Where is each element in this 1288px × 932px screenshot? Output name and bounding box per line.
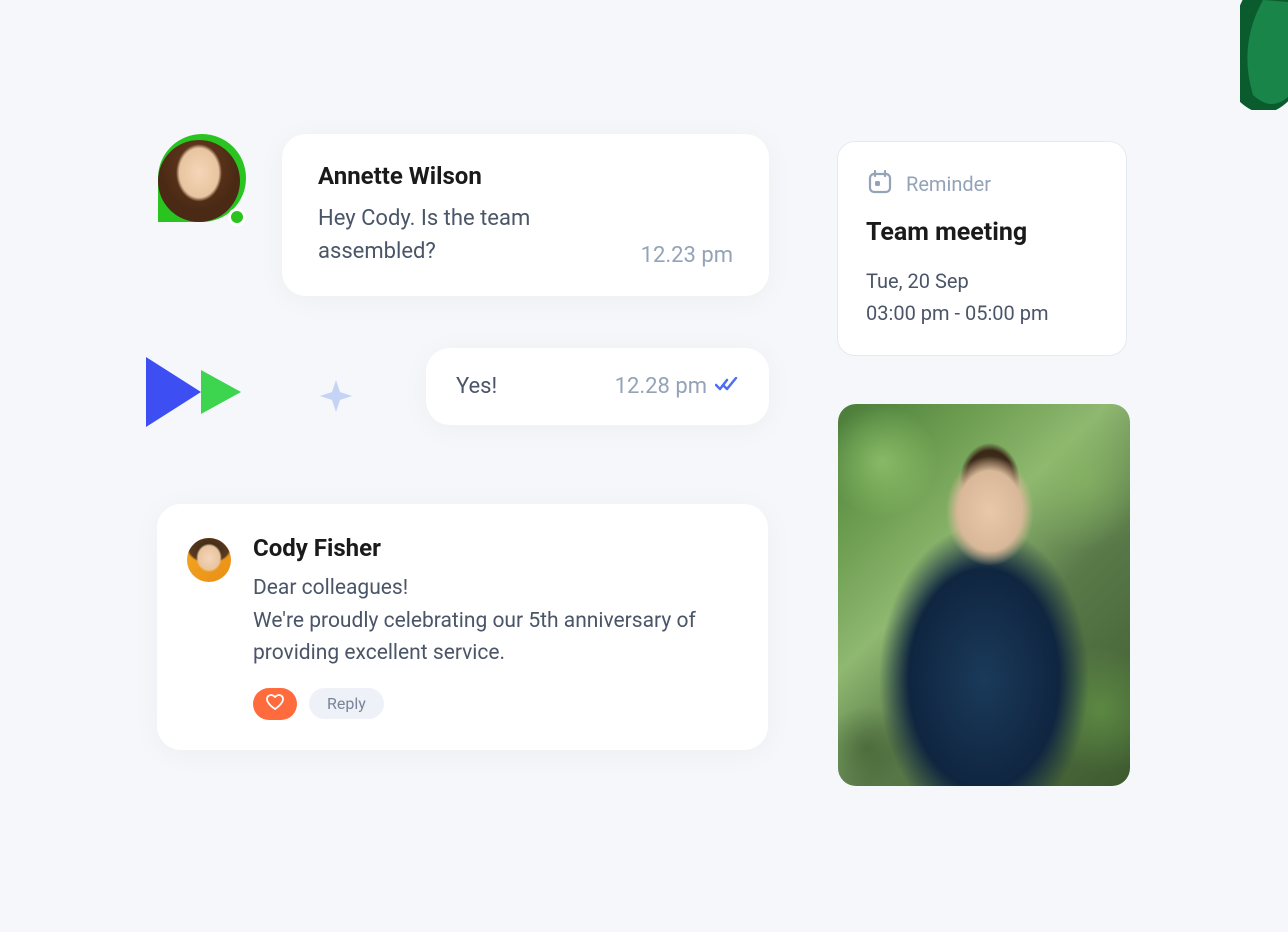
online-status-indicator bbox=[228, 208, 246, 226]
reply-button[interactable]: Reply bbox=[309, 688, 384, 719]
sparkle-icon bbox=[318, 378, 354, 418]
chat-message-annette[interactable]: Annette Wilson Hey Cody. Is the team ass… bbox=[282, 134, 769, 296]
chat-reply-own[interactable]: Yes! 12.28 pm bbox=[426, 348, 769, 425]
sender-avatar-container bbox=[158, 134, 248, 244]
like-button[interactable] bbox=[253, 688, 297, 720]
reply-button-label: Reply bbox=[327, 694, 366, 713]
avatar-cody[interactable] bbox=[187, 538, 231, 582]
reminder-label: Reminder bbox=[906, 172, 991, 196]
reply-timestamp: 12.28 pm bbox=[615, 374, 707, 399]
reminder-title: Team meeting bbox=[866, 218, 1098, 247]
reply-text: Yes! bbox=[456, 374, 497, 399]
heart-icon bbox=[266, 694, 284, 714]
event-photo[interactable] bbox=[838, 404, 1130, 786]
message-timestamp: 12.23 pm bbox=[641, 243, 733, 268]
read-receipt-icon bbox=[715, 377, 739, 397]
message-sender-name: Annette Wilson bbox=[318, 162, 733, 190]
showcase-container: Annette Wilson Hey Cody. Is the team ass… bbox=[0, 0, 1288, 932]
reminder-date: Tue, 20 Sep bbox=[866, 265, 1098, 297]
post-author-name: Cody Fisher bbox=[253, 534, 732, 562]
leaf-decoration bbox=[1240, 0, 1288, 110]
post-text: Dear colleagues! We're proudly celebrati… bbox=[253, 572, 732, 670]
avatar-annette[interactable] bbox=[158, 140, 240, 222]
reminder-time: 03:00 pm - 05:00 pm bbox=[866, 297, 1098, 329]
calendar-icon bbox=[866, 168, 894, 200]
feed-post-card[interactable]: Cody Fisher Dear colleagues! We're proud… bbox=[157, 504, 768, 750]
reminder-card[interactable]: Reminder Team meeting Tue, 20 Sep 03:00 … bbox=[837, 141, 1127, 356]
arrows-decoration bbox=[146, 352, 266, 436]
message-text: Hey Cody. Is the team assembled? bbox=[318, 202, 621, 268]
